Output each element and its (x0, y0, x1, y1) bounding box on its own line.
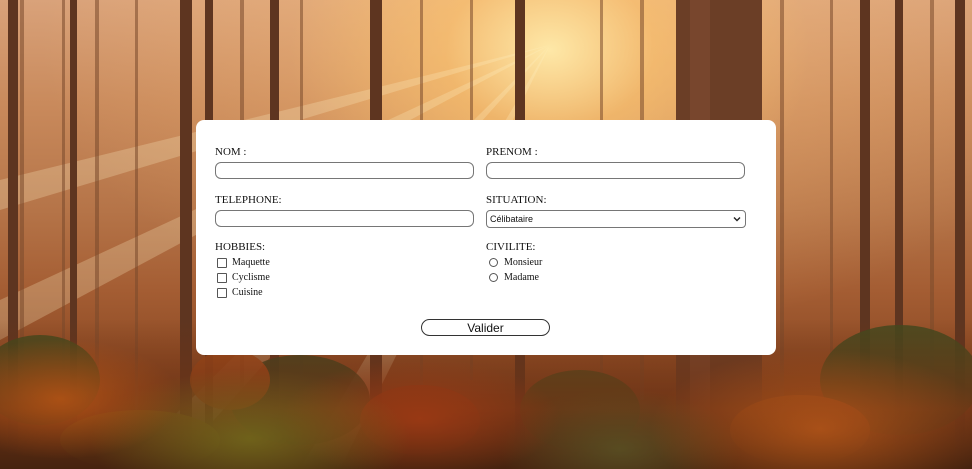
situation-selected-value: Célibataire (490, 214, 534, 224)
maquette-checkbox[interactable] (217, 257, 227, 268)
hobbies-label: HOBBIES: (215, 241, 266, 253)
hobby-cyclisme[interactable]: Cyclisme (217, 272, 270, 283)
hobby-label: Maquette (232, 257, 270, 268)
civilite-label: CIVILITE: (486, 241, 536, 253)
situation-select[interactable]: Célibataire (486, 210, 746, 228)
prenom-label: PRENOM : (486, 146, 538, 158)
form-card: NOM : TELEPHONE: HOBBIES: Maquette Cycli… (196, 120, 776, 355)
hobby-cuisine[interactable]: Cuisine (217, 287, 263, 298)
civilite-madame[interactable]: Madame (489, 272, 539, 283)
civilite-option-label: Madame (504, 272, 539, 283)
hobby-maquette[interactable]: Maquette (217, 257, 270, 268)
civilite-option-label: Monsieur (504, 257, 543, 268)
prenom-input[interactable] (486, 162, 745, 179)
hobby-label: Cuisine (232, 287, 263, 298)
situation-label: SITUATION: (486, 194, 547, 206)
telephone-label: TELEPHONE: (215, 194, 282, 206)
monsieur-radio[interactable] (489, 258, 498, 267)
nom-label: NOM : (215, 146, 247, 158)
cuisine-checkbox[interactable] (217, 287, 227, 298)
madame-radio[interactable] (489, 273, 498, 282)
telephone-input[interactable] (215, 210, 474, 227)
civilite-monsieur[interactable]: Monsieur (489, 257, 542, 268)
cyclisme-checkbox[interactable] (217, 272, 227, 283)
nom-input[interactable] (215, 162, 474, 179)
valider-button[interactable]: Valider (421, 319, 550, 336)
hobby-label: Cyclisme (232, 272, 270, 283)
chevron-down-icon (733, 217, 741, 222)
